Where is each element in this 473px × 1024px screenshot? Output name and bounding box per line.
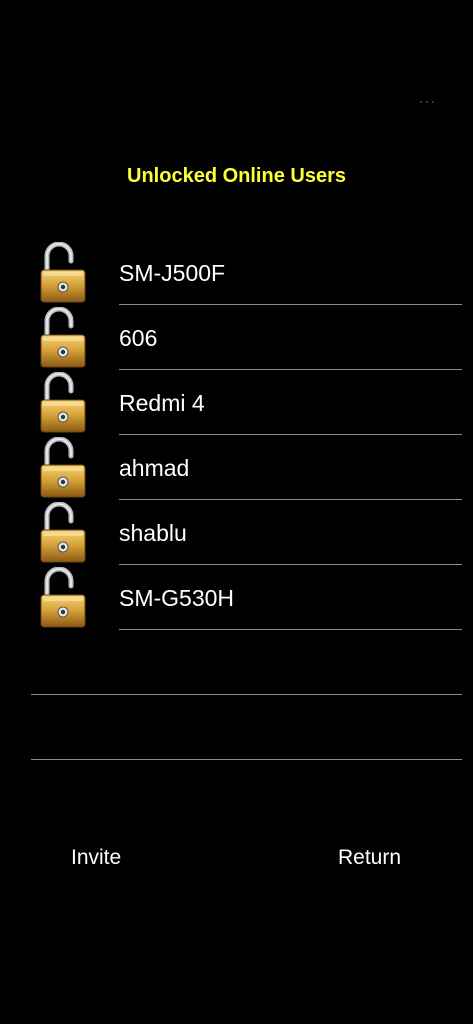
- list-item[interactable]: SM-J500F: [0, 240, 473, 305]
- user-name: SM-G530H: [119, 585, 235, 611]
- list-item[interactable]: SM-G530H: [0, 565, 473, 630]
- unlocked-padlock-icon: [38, 307, 90, 369]
- unlocked-padlock-icon: [38, 372, 90, 434]
- list-item[interactable]: Redmi 4: [0, 370, 473, 435]
- unlocked-padlock-icon: [38, 437, 90, 499]
- status-indicator: [418, 100, 440, 106]
- user-name: ahmad: [119, 455, 190, 481]
- list-item[interactable]: 606: [0, 305, 473, 370]
- return-button[interactable]: Return: [338, 845, 401, 871]
- list-item[interactable]: ahmad: [0, 435, 473, 500]
- invite-button[interactable]: Invite: [71, 845, 121, 871]
- list-item[interactable]: shablu: [0, 500, 473, 565]
- unlocked-padlock-icon: [38, 502, 90, 564]
- online-users-list: SM-J500F 606 Redmi 4 ahmad shablu SM-G53…: [0, 240, 473, 760]
- divider: [31, 759, 462, 760]
- unlocked-padlock-icon: [38, 567, 90, 629]
- unlocked-padlock-icon: [38, 242, 90, 304]
- user-name: SM-J500F: [119, 260, 226, 286]
- empty-list-row: [0, 695, 473, 760]
- user-name: 606: [119, 325, 158, 351]
- user-name: shablu: [119, 520, 187, 546]
- page-title: Unlocked Online Users: [127, 165, 346, 187]
- user-name: Redmi 4: [119, 390, 205, 416]
- empty-list-row: [0, 630, 473, 695]
